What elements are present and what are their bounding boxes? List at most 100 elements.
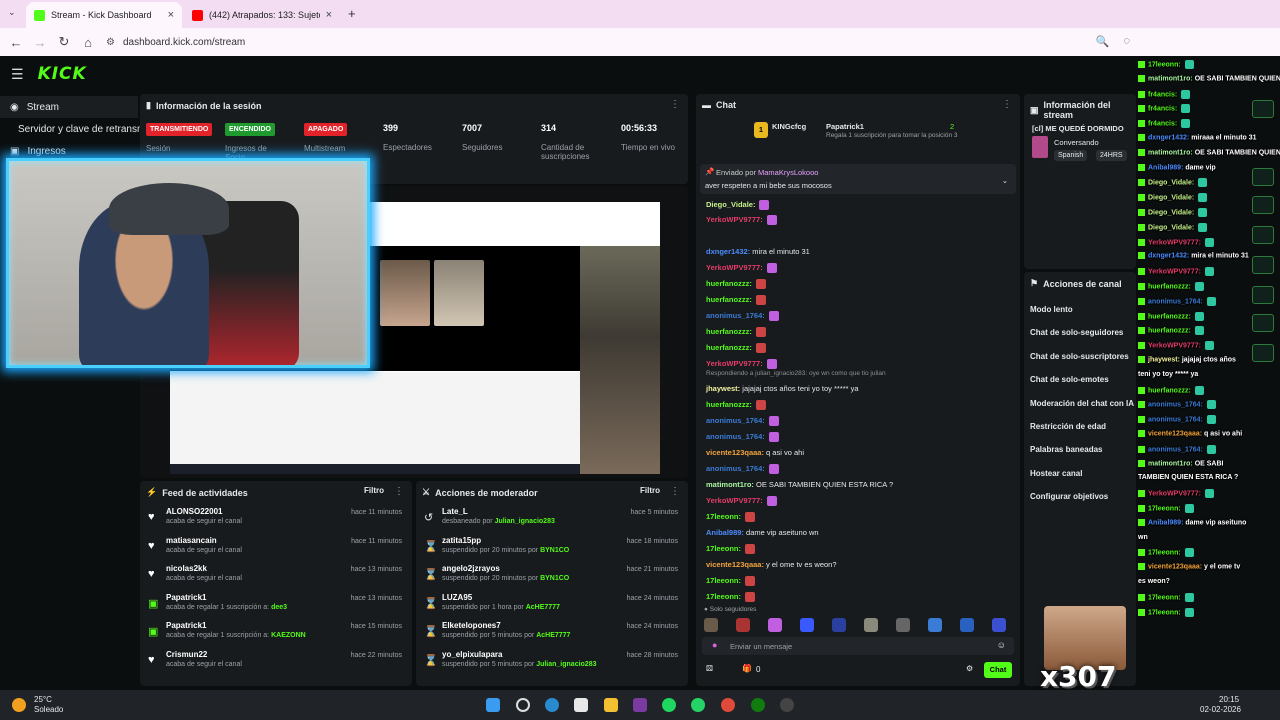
top-gifter-name[interactable]: Papatrick1: [826, 122, 864, 131]
chat-message[interactable]: anonimus_1764:: [706, 432, 779, 443]
chat-message[interactable]: 17leeonn:: [706, 576, 756, 587]
chat-username[interactable]: huerfanozzz:: [706, 343, 752, 352]
chat-username[interactable]: huerfanozzz:: [706, 400, 752, 409]
more-icon[interactable]: ⋮: [394, 486, 404, 497]
mod-target-user[interactable]: LUZA95: [442, 593, 472, 602]
side-button[interactable]: [1252, 256, 1274, 274]
mod-target-user[interactable]: Elketelopones7: [442, 621, 501, 630]
chat-message[interactable]: YerkoWPV9777:: [706, 215, 777, 226]
points-icon[interactable]: ⚄: [706, 664, 713, 673]
windows-start-icon[interactable]: [486, 698, 500, 712]
site-info-icon[interactable]: ⚙: [106, 37, 115, 48]
xbox-icon[interactable]: [751, 698, 765, 712]
more-icon[interactable]: ⋮: [670, 99, 680, 110]
side-button[interactable]: [1252, 314, 1274, 332]
close-tab-icon[interactable]: ×: [326, 9, 332, 21]
new-tab-icon[interactable]: +: [348, 6, 356, 21]
menu-icon[interactable]: ☰: [11, 66, 24, 83]
more-icon[interactable]: ⋮: [670, 486, 680, 497]
more-icon[interactable]: ⋮: [1002, 99, 1012, 110]
whatsapp-icon[interactable]: [691, 698, 705, 712]
channel-action-item[interactable]: Restricción de edad: [1030, 422, 1106, 431]
emoji-icon[interactable]: ☺: [997, 640, 1006, 650]
chat-username[interactable]: Anibal989:: [706, 528, 744, 537]
kick-logo[interactable]: KICK: [38, 64, 87, 84]
side-button[interactable]: [1252, 168, 1274, 186]
chat-message[interactable]: huerfanozzz:: [706, 295, 766, 306]
zoom-icon[interactable]: 🔍: [1096, 35, 1110, 48]
emote[interactable]: [896, 618, 910, 632]
side-button[interactable]: [1252, 196, 1274, 214]
chat-message[interactable]: dxnger1432: mira el minuto 31: [706, 247, 810, 256]
tag[interactable]: Spanish: [1054, 150, 1088, 161]
chat-username[interactable]: anonimus_1764:: [706, 311, 765, 320]
emote[interactable]: [928, 618, 942, 632]
settings-icon[interactable]: ⚙: [966, 664, 973, 673]
search-icon[interactable]: [516, 698, 530, 712]
chat-message[interactable]: anonimus_1764:: [706, 311, 779, 322]
chat-message[interactable]: jhaywest: jajajaj ctos años teni yo toy …: [706, 384, 859, 393]
emote[interactable]: [960, 618, 974, 632]
chat-username[interactable]: YerkoWPV9777:: [706, 359, 763, 368]
chat-username[interactable]: dxnger1432:: [706, 247, 750, 256]
activity-item[interactable]: ♥ Crismun22 acaba de seguir el canal hace 2…: [140, 650, 410, 678]
chat-message[interactable]: vicente123qaaa: q asi vo ahi: [706, 448, 804, 457]
pinned-by[interactable]: MamaKrysLokooo: [758, 168, 818, 177]
chat-username[interactable]: Diego_Vidale:: [706, 200, 755, 209]
mod-target-user[interactable]: Late_L: [442, 507, 468, 516]
top-gifter-name[interactable]: KINGcfcg: [772, 122, 806, 131]
activity-item[interactable]: ▣ Papatrick1 acaba de regalar 1 suscripció…: [140, 621, 410, 649]
moderator-name[interactable]: AcHE7777: [536, 632, 570, 639]
chat-message[interactable]: matimont1ro: OE SABI TAMBIEN QUIEN ESTA …: [706, 480, 893, 489]
emote[interactable]: [864, 618, 878, 632]
edge-icon[interactable]: [545, 698, 559, 712]
chevron-down-icon[interactable]: ⌄: [1002, 176, 1008, 185]
emote[interactable]: [832, 618, 846, 632]
channel-action-item[interactable]: Hostear canal: [1030, 469, 1082, 478]
activity-user[interactable]: ALONSO22001: [166, 507, 222, 516]
moderator-name[interactable]: AcHE7777: [526, 604, 560, 611]
chat-username[interactable]: YerkoWPV9777:: [706, 215, 763, 224]
emote[interactable]: [992, 618, 1006, 632]
chat-message[interactable]: Diego_Vidale:: [706, 200, 770, 211]
mod-action-item[interactable]: ⌛ yo_elpixulapara suspendido por 5 minutos…: [416, 650, 686, 678]
mod-target-user[interactable]: angelo2jzrayos: [442, 564, 500, 573]
activity-user[interactable]: Crismun22: [166, 650, 207, 659]
channel-action-item[interactable]: Chat de solo-suscriptores: [1030, 352, 1129, 361]
activity-user[interactable]: matiasancain: [166, 536, 217, 545]
activity-user[interactable]: Papatrick1: [166, 621, 206, 630]
channel-action-item[interactable]: Moderación del chat con IA: [1030, 399, 1134, 408]
side-button[interactable]: [1252, 286, 1274, 304]
chat-message[interactable]: huerfanozzz:: [706, 279, 766, 290]
mod-action-item[interactable]: ⌛ Elketelopones7 suspendido por 5 minutos …: [416, 621, 686, 649]
activity-target[interactable]: KAEZONN: [271, 632, 306, 639]
spotify-icon[interactable]: [662, 698, 676, 712]
chat-username[interactable]: jhaywest:: [706, 384, 740, 393]
chat-message[interactable]: anonimus_1764:: [706, 416, 779, 427]
chat-message[interactable]: Anibal989: dame vip aseituno wn: [706, 528, 819, 537]
mod-action-item[interactable]: ↺ Late_L desbaneado por Julian_ignacio283 h…: [416, 507, 686, 535]
activity-target[interactable]: dee3: [271, 604, 287, 611]
chat-message[interactable]: YerkoWPV9777:: [706, 263, 777, 274]
chat-message[interactable]: huerfanozzz:: [706, 327, 766, 338]
activity-item[interactable]: ▣ Papatrick1 acaba de regalar 1 suscripció…: [140, 593, 410, 621]
eye-off-icon[interactable]: ◌: [1123, 35, 1130, 48]
side-button[interactable]: [1252, 344, 1274, 362]
store-icon[interactable]: [574, 698, 588, 712]
chat-message[interactable]: YerkoWPV9777:: [706, 359, 777, 370]
chat-message[interactable]: vicente123qaaa: y el ome tv es weon?: [706, 560, 837, 569]
chat-username[interactable]: vicente123qaaa:: [706, 560, 764, 569]
channel-action-item[interactable]: Palabras baneadas: [1030, 445, 1102, 454]
chrome-icon[interactable]: [721, 698, 735, 712]
chat-message[interactable]: 17leeonn:: [706, 592, 756, 603]
chat-username[interactable]: anonimus_1764:: [706, 416, 765, 425]
chat-username[interactable]: 17leeonn:: [706, 512, 741, 521]
tag[interactable]: 24HRS: [1096, 150, 1127, 161]
url-field[interactable]: dashboard.kick.com/stream: [123, 37, 245, 48]
activity-user[interactable]: nicolas2kk: [166, 564, 207, 573]
emote[interactable]: [768, 618, 782, 632]
side-button[interactable]: [1252, 226, 1274, 244]
emote[interactable]: [800, 618, 814, 632]
moderator-name[interactable]: BYN1CO: [540, 575, 569, 582]
moderator-name[interactable]: BYN1CO: [540, 547, 569, 554]
